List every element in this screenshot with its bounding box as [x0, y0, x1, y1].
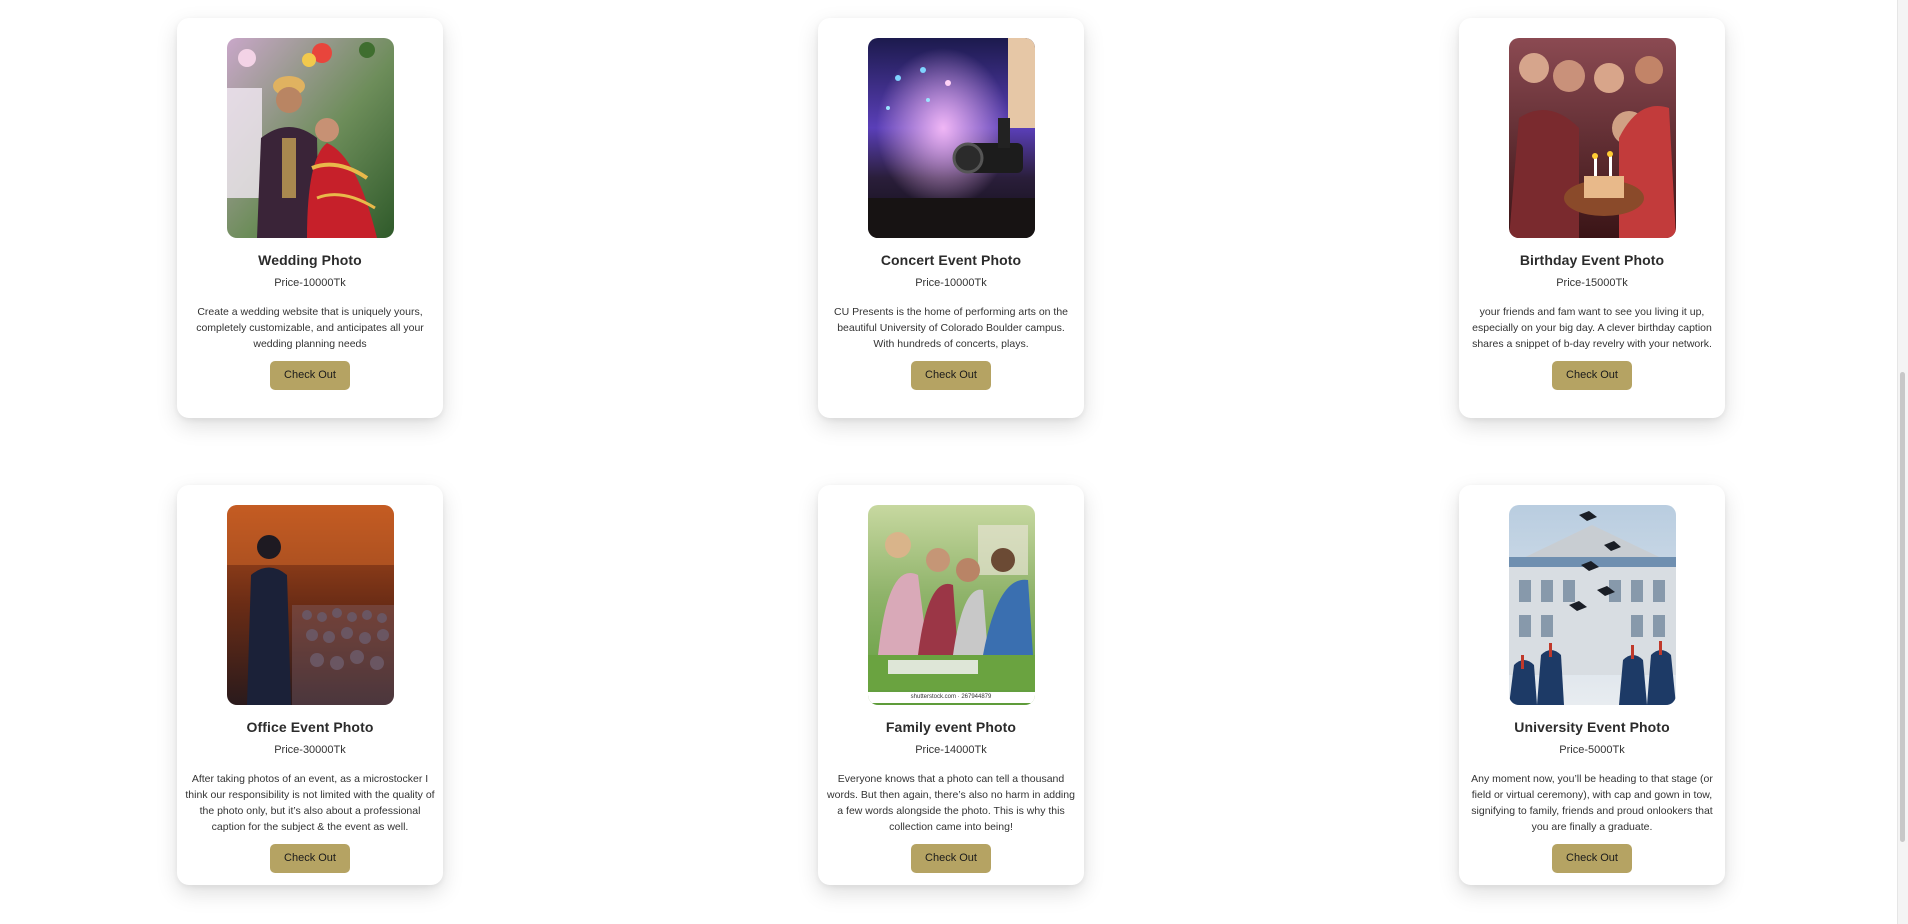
service-card-university: University Event Photo Price-5000Tk Any … — [1459, 485, 1725, 885]
card-price: Price-15000Tk — [1556, 277, 1628, 289]
card-price: Price-5000Tk — [1559, 744, 1625, 756]
office-photo-image — [226, 505, 394, 705]
card-title: Office Event Photo — [246, 719, 374, 735]
service-card-office: Office Event Photo Price-30000Tk After t… — [177, 485, 443, 885]
card-title: Wedding Photo — [258, 252, 362, 268]
card-price: Price-10000Tk — [274, 277, 346, 289]
card-description: Create a wedding website that is uniquel… — [196, 306, 424, 350]
birthday-photo-image — [1508, 38, 1676, 238]
page: Wedding Photo Price-10000Tk Create a wed… — [0, 0, 1908, 924]
card-title: Family event Photo — [885, 719, 1017, 735]
card-price: Price-30000Tk — [274, 744, 346, 756]
university-photo-image — [1508, 505, 1676, 705]
concert-photo — [867, 38, 1035, 238]
check-out-button[interactable]: Check Out — [1552, 361, 1632, 390]
card-description: Everyone knows that a photo can tell a t… — [827, 773, 1075, 833]
service-card-wedding: Wedding Photo Price-10000Tk Create a wed… — [177, 18, 443, 418]
check-out-button[interactable]: Check Out — [270, 844, 350, 873]
family-photo: shutterstock.com · 267944879 — [867, 505, 1035, 705]
university-photo — [1508, 505, 1676, 705]
check-out-button[interactable]: Check Out — [270, 361, 350, 390]
card-title: Concert Event Photo — [880, 252, 1022, 268]
check-out-button[interactable]: Check Out — [911, 361, 991, 390]
concert-photo-image — [867, 38, 1035, 238]
office-photo — [226, 505, 394, 705]
check-out-button[interactable]: Check Out — [1552, 844, 1632, 873]
service-card-birthday: Birthday Event Photo Price-15000Tk your … — [1459, 18, 1725, 418]
service-card-family: shutterstock.com · 267944879 Family even… — [818, 485, 1084, 885]
service-card-concert: Concert Event Photo Price-10000Tk CU Pre… — [818, 18, 1084, 418]
wedding-photo-image — [226, 38, 394, 238]
image-credit: shutterstock.com · 267944879 — [867, 692, 1035, 703]
birthday-photo — [1508, 38, 1676, 238]
card-price: Price-10000Tk — [915, 277, 987, 289]
card-description: your friends and fam want to see you liv… — [1472, 306, 1712, 350]
check-out-button[interactable]: Check Out — [911, 844, 991, 873]
scrollbar-thumb[interactable] — [1900, 372, 1905, 842]
vertical-scrollbar[interactable] — [1897, 0, 1908, 924]
card-description: Any moment now, you’ll be heading to tha… — [1471, 773, 1713, 833]
card-title: Birthday Event Photo — [1519, 252, 1665, 268]
family-photo-image — [867, 505, 1035, 705]
wedding-photo — [226, 38, 394, 238]
card-description: CU Presents is the home of performing ar… — [833, 306, 1069, 350]
card-description: After taking photos of an event, as a mi… — [185, 773, 435, 833]
card-price: Price-14000Tk — [915, 744, 987, 756]
card-title: University Event Photo — [1514, 719, 1670, 735]
